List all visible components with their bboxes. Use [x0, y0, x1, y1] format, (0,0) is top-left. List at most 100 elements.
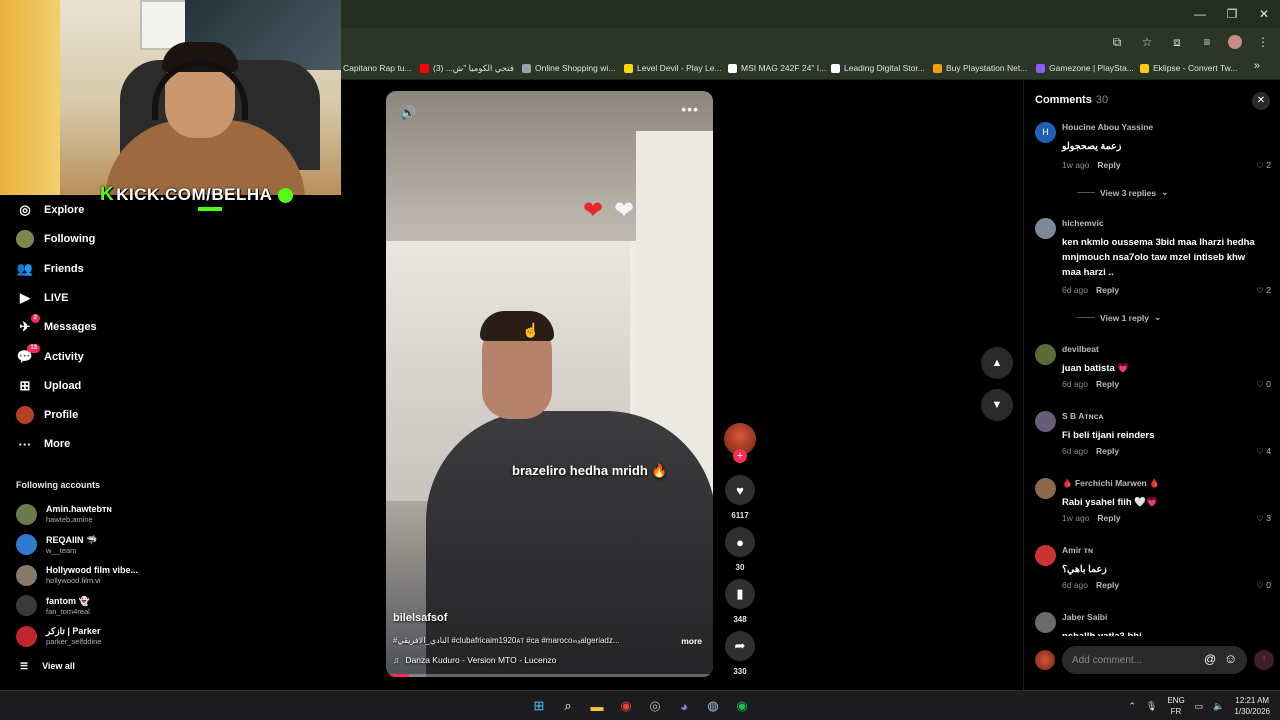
restore-icon[interactable]: ❐: [1216, 0, 1248, 28]
windows-start-icon[interactable]: ⊞: [528, 695, 550, 717]
taskbar-apps: ⊞ ⌕ ▬ ◉ ◎ ◕ ◍ ◉: [528, 695, 753, 717]
comment-button[interactable]: ●: [725, 527, 755, 557]
comment-like-button[interactable]: ♡ 2: [1256, 160, 1271, 171]
avatar[interactable]: [1035, 344, 1056, 365]
sidebar-item-explore[interactable]: ◎ Explore: [16, 199, 84, 221]
close-comments-icon[interactable]: ✕: [1252, 92, 1270, 110]
reply-button[interactable]: Reply: [1096, 580, 1119, 590]
comment-username[interactable]: hichemvic: [1062, 218, 1104, 228]
list-icon: ☰: [20, 661, 29, 671]
reply-button[interactable]: Reply: [1097, 513, 1120, 523]
comment-username[interactable]: S B Aᴛɴᴄᴀ: [1062, 411, 1103, 421]
comment-like-button[interactable]: ♡ 4: [1256, 446, 1271, 457]
description-more-button[interactable]: more: [681, 636, 702, 646]
sidebar-item-messages[interactable]: ✈ 2 Messages: [16, 314, 97, 338]
video-progress-bar[interactable]: [386, 674, 713, 677]
reply-button[interactable]: Reply: [1097, 160, 1120, 170]
minimize-icon[interactable]: —: [1184, 0, 1216, 28]
sidebar-item-friends[interactable]: 👥 Friends: [16, 258, 84, 280]
comments-list[interactable]: H Houcine Abou Yassine زعمة يصحجولو 1w ago R…: [1024, 118, 1280, 636]
avatar[interactable]: [1035, 478, 1056, 499]
mention-icon[interactable]: @: [1204, 652, 1216, 666]
clock[interactable]: 12:21 AM 1/30/2026: [1234, 695, 1270, 717]
sidebar-item-activity[interactable]: 💬 13 Activity: [16, 343, 84, 368]
bookmark-star-icon[interactable]: ☆: [1138, 35, 1156, 49]
steam-icon[interactable]: ◍: [702, 695, 724, 717]
bookmark-item[interactable]: MSI MAG 242F 24" I...: [728, 61, 826, 75]
language-indicator[interactable]: ENG FR: [1167, 695, 1184, 717]
sidebar-item-upload[interactable]: ⊞ Upload: [16, 375, 82, 397]
avatar[interactable]: [1035, 612, 1056, 633]
video-more-menu-icon[interactable]: •••: [681, 101, 699, 117]
sidebar-item-profile[interactable]: ● Profile: [16, 404, 78, 426]
comment-like-button[interactable]: ♡ 0: [1256, 379, 1271, 390]
search-icon[interactable]: ⌕: [557, 695, 579, 717]
bookmark-item[interactable]: Gamezone | PlaySta...: [1036, 61, 1134, 75]
bookmark-item[interactable]: Leading Digital Stor...: [831, 61, 925, 75]
heart-outline-icon: ♡: [1256, 446, 1267, 456]
video-music[interactable]: ♫ Danza Kuduro - Version MTO - Lucenzo: [393, 655, 556, 665]
following-account[interactable]: REQAIIN 🦈 w__team: [16, 533, 216, 557]
bookmark-item[interactable]: Level Devil - Play Le...: [624, 61, 722, 75]
save-button[interactable]: ▮: [725, 579, 755, 609]
file-explorer-icon[interactable]: ▬: [586, 695, 608, 717]
avatar[interactable]: H: [1035, 122, 1056, 143]
avatar[interactable]: [1035, 218, 1056, 239]
add-comment-input[interactable]: [1062, 646, 1247, 674]
volume-icon[interactable]: 🔈: [1213, 701, 1224, 712]
comment-like-button[interactable]: ♡ 0: [1256, 580, 1271, 591]
following-account[interactable]: Amin.hawtebᴛɴ hawteb.amine: [16, 502, 216, 526]
sound-icon[interactable]: 🔊: [400, 105, 416, 121]
media-controls-icon[interactable]: ≡: [1198, 35, 1216, 49]
close-window-icon[interactable]: ✕: [1248, 0, 1280, 28]
browser-profile-avatar[interactable]: [1228, 35, 1242, 49]
comment-username[interactable]: Houcine Abou Yassine: [1062, 122, 1153, 132]
previous-video-button[interactable]: ▲: [981, 347, 1013, 379]
install-app-icon[interactable]: ⧉: [1108, 35, 1126, 50]
video-author[interactable]: bilelsafsof: [393, 612, 447, 624]
chrome-icon[interactable]: ◉: [615, 695, 637, 717]
bookmark-item[interactable]: Buy Playstation Net...: [933, 61, 1027, 75]
reply-button[interactable]: Reply: [1096, 446, 1119, 456]
comment-like-button[interactable]: ♡ 2: [1256, 285, 1271, 296]
bookmark-item[interactable]: فتحي الكوميا "ش... (3): [420, 61, 514, 75]
comment-username[interactable]: Jaber Saibi: [1062, 612, 1107, 622]
bookmarks-overflow-icon[interactable]: »: [1254, 60, 1260, 72]
sidebar-item-more[interactable]: ··· More: [16, 433, 71, 455]
view-replies-button[interactable]: View 1 reply ⌄: [1077, 312, 1161, 323]
next-video-button[interactable]: ▼: [981, 389, 1013, 421]
send-comment-button[interactable]: ↑: [1254, 650, 1274, 670]
view-replies-button[interactable]: View 3 replies ⌄: [1077, 187, 1168, 198]
comment-username[interactable]: Amir ᴛɴ: [1062, 545, 1093, 555]
share-button[interactable]: ➦: [725, 631, 755, 661]
tray-chevron-icon[interactable]: ⌃: [1128, 701, 1136, 712]
comment-like-button[interactable]: ♡ 3: [1256, 513, 1271, 524]
reply-button[interactable]: Reply: [1096, 379, 1119, 389]
view-all-link[interactable]: ☰ View all: [20, 661, 75, 672]
microphone-icon[interactable]: 🎙: [1146, 701, 1157, 712]
sidebar-item-live[interactable]: ▶ LIVE: [16, 287, 68, 309]
browser-menu-icon[interactable]: ⋮: [1254, 35, 1272, 49]
comment-username[interactable]: devilbeat: [1062, 344, 1099, 354]
following-account[interactable]: fantom 👻 fan_tom4real: [16, 594, 216, 618]
extensions-icon[interactable]: ⧈: [1168, 35, 1186, 50]
bookmark-item[interactable]: Capitano Rap tu...: [343, 61, 412, 75]
like-button[interactable]: ♥: [725, 475, 755, 505]
avatar[interactable]: [1035, 545, 1056, 566]
avatar[interactable]: [1035, 411, 1056, 432]
emoji-icon[interactable]: ☺: [1224, 651, 1237, 666]
video-player[interactable]: ❤ ❤ brazeliro hedha mridh 🔥 🔊 ••• bilels…: [386, 91, 713, 677]
sidebar-item-following[interactable]: ● Following: [16, 228, 95, 250]
spotify-icon[interactable]: ◉: [731, 695, 753, 717]
bookmark-favicon-icon: [1036, 63, 1045, 73]
reply-button[interactable]: Reply: [1096, 285, 1119, 295]
chrome-dev-icon[interactable]: ◎: [644, 695, 666, 717]
follow-plus-icon[interactable]: +: [733, 449, 747, 463]
network-icon[interactable]: ▭: [1195, 701, 1204, 712]
bookmark-item[interactable]: Online Shopping wi...: [522, 61, 615, 75]
following-account[interactable]: Hollywood film vibe... hollywood.film.vi: [16, 563, 216, 587]
discord-icon[interactable]: ◕: [673, 695, 695, 717]
following-account[interactable]: تازكر | Parker parker_selfddine: [16, 624, 216, 648]
comment-username[interactable]: 🩸 Ferchichi Marwen 🩸: [1062, 478, 1160, 489]
bookmark-item[interactable]: Eklipse - Convert Tw...: [1140, 61, 1237, 75]
